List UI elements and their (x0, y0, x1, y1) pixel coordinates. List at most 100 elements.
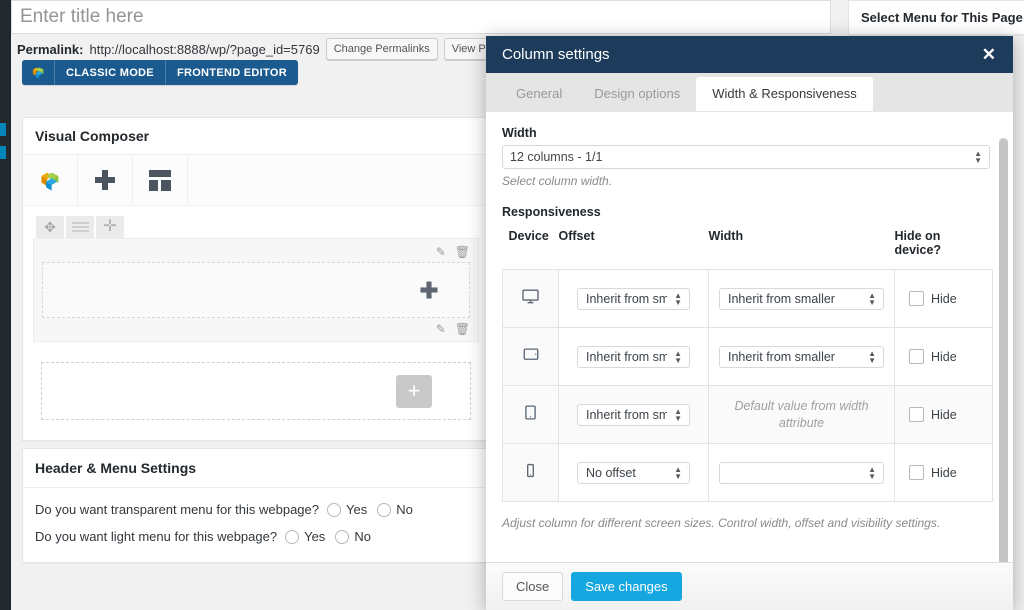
classic-mode-button[interactable]: CLASSIC MODE (55, 60, 166, 85)
width-cell: Inherit from smaller ▲▼ (709, 328, 895, 386)
light-menu-question-row: Do you want light menu for this webpage?… (35, 529, 477, 544)
add-element-icon[interactable] (78, 155, 133, 205)
row-layout-icon[interactable] (66, 216, 94, 238)
permalink-url[interactable]: http://localhost:8888/wp/?page_id=5769 (89, 42, 319, 57)
hide-on-device-line2: device? (895, 243, 942, 257)
light-menu-radio-no[interactable] (335, 530, 349, 544)
width-field-description: Select column width. (502, 174, 994, 188)
offset-cell: Inherit from sma ▲▼ (559, 328, 709, 386)
templates-icon[interactable] (133, 155, 188, 205)
light-menu-yes-label: Yes (304, 529, 325, 544)
responsiveness-section-label: Responsiveness (502, 205, 994, 219)
width-select[interactable]: 12 columns - 1/1 (502, 145, 990, 169)
col-header-hide-on-device: Hide on device? (895, 229, 993, 270)
vc-toolbar (23, 155, 489, 206)
device-cell (503, 328, 559, 386)
title-field-wrap (11, 0, 831, 34)
col-header-offset: Offset (559, 229, 709, 270)
modal-tabs: General Design options Width & Responsiv… (486, 73, 1013, 112)
light-menu-radio-yes[interactable] (285, 530, 299, 544)
hide-checkbox-desktop[interactable] (909, 291, 924, 306)
hide-label-desktop: Hide (931, 292, 957, 306)
visual-composer-title: Visual Composer (23, 118, 489, 155)
width-field-label: Width (502, 126, 994, 140)
desktop-icon (521, 287, 540, 311)
modal-header: Column settings ✕ (486, 36, 1013, 73)
trash-icon[interactable]: 🗑 (455, 322, 470, 336)
modal-scrollbar[interactable] (999, 138, 1008, 562)
frontend-editor-button[interactable]: FRONTEND EDITOR (166, 60, 298, 85)
permalink-row: Permalink: http://localhost:8888/wp/?pag… (17, 38, 512, 60)
hide-checkbox-tablet[interactable] (909, 407, 924, 422)
col-header-device: Device (503, 229, 559, 270)
hide-checkbox-mobile[interactable] (909, 465, 924, 480)
hide-label-laptop: Hide (931, 350, 957, 364)
hide-cell: Hide (895, 328, 993, 386)
post-title-input[interactable] (11, 0, 831, 34)
light-menu-no-label: No (354, 529, 371, 544)
hide-cell: Hide (895, 270, 993, 328)
close-button[interactable]: Close (502, 572, 563, 601)
width-cell: Inherit from smaller ▲▼ (709, 270, 895, 328)
width-cell: Default value from width attribute (709, 386, 895, 444)
transparent-menu-yes-label: Yes (346, 502, 367, 517)
vc-row-actions-bottom: ✎ 🗑 (42, 320, 470, 337)
header-menu-settings-title: Header & Menu Settings (23, 449, 489, 488)
vc-mode-switch: CLASSIC MODE FRONTEND EDITOR (22, 60, 298, 85)
tab-general[interactable]: General (500, 77, 578, 111)
vc-column-dropzone[interactable] (42, 262, 470, 318)
table-header-row: Device Offset Width Hide on device? (503, 229, 993, 270)
trash-icon[interactable]: 🗑 (455, 245, 470, 259)
width-select-mobile[interactable] (719, 462, 884, 484)
change-permalinks-button[interactable]: Change Permalinks (326, 38, 438, 60)
transparent-menu-no-label: No (396, 502, 413, 517)
visual-composer-metabox: Visual Composer ✥ (22, 117, 490, 441)
offset-select-laptop[interactable]: Inherit from sma (577, 346, 690, 368)
transparent-menu-question-row: Do you want transparent menu for this we… (35, 502, 477, 517)
vc-logo-icon[interactable] (23, 155, 78, 205)
permalink-label: Permalink: (17, 42, 83, 57)
pencil-icon[interactable]: ✎ (436, 322, 446, 336)
tab-design-options[interactable]: Design options (578, 77, 696, 111)
table-row: No offset ▲▼ ▲▼ (503, 444, 993, 502)
device-cell (503, 270, 559, 328)
close-icon[interactable]: ✕ (979, 44, 999, 65)
hide-checkbox-laptop[interactable] (909, 349, 924, 364)
move-row-icon[interactable]: ✥ (36, 216, 64, 238)
header-menu-settings-body: Do you want transparent menu for this we… (23, 488, 489, 562)
modal-body: Width 12 columns - 1/1 ▲▼ Select column … (486, 112, 1013, 562)
responsiveness-table-head: Device Offset Width Hide on device? (503, 229, 993, 270)
select-menu-metabox-title: Select Menu for This Page (849, 1, 1024, 34)
vc-row[interactable]: ✎ 🗑 ✎ 🗑 (33, 238, 479, 342)
offset-cell: Inherit from sma ▲▼ (559, 270, 709, 328)
col-header-width: Width (709, 229, 895, 270)
add-column-icon[interactable]: ✛ (96, 216, 124, 238)
background-sliver (1013, 36, 1024, 610)
table-row: Inherit from sma ▲▼ Inherit from smaller… (503, 270, 993, 328)
hide-cell: Hide (895, 386, 993, 444)
device-cell (503, 444, 559, 502)
transparent-menu-question-label: Do you want transparent menu for this we… (35, 502, 319, 517)
modal-footer: Close Save changes (486, 562, 1013, 610)
save-changes-button[interactable]: Save changes (571, 572, 681, 601)
width-select-desktop[interactable]: Inherit from smaller (719, 288, 884, 310)
width-select-laptop[interactable]: Inherit from smaller (719, 346, 884, 368)
tab-width-responsiveness[interactable]: Width & Responsiveness (696, 77, 873, 111)
hide-cell: Hide (895, 444, 993, 502)
pencil-icon[interactable]: ✎ (436, 245, 446, 259)
transparent-menu-radio-yes[interactable] (327, 503, 341, 517)
offset-select-tablet[interactable]: Inherit from sma (577, 404, 690, 426)
transparent-menu-radio-no[interactable] (377, 503, 391, 517)
add-row-button[interactable]: + (396, 375, 432, 408)
vc-toolbar-spacer (188, 155, 489, 205)
offset-select-mobile[interactable]: No offset (577, 462, 690, 484)
responsiveness-help-text: Adjust column for different screen sizes… (502, 516, 994, 530)
offset-cell: Inherit from sma ▲▼ (559, 386, 709, 444)
vc-logo-icon[interactable] (22, 60, 55, 85)
responsiveness-table: Device Offset Width Hide on device? (502, 229, 993, 502)
add-element-icon[interactable] (421, 282, 438, 299)
offset-select-desktop[interactable]: Inherit from sma (577, 288, 690, 310)
offset-cell: No offset ▲▼ (559, 444, 709, 502)
vc-empty-dropzone[interactable]: + (41, 362, 471, 420)
table-row: Inherit from sma ▲▼ Inherit from smaller… (503, 328, 993, 386)
